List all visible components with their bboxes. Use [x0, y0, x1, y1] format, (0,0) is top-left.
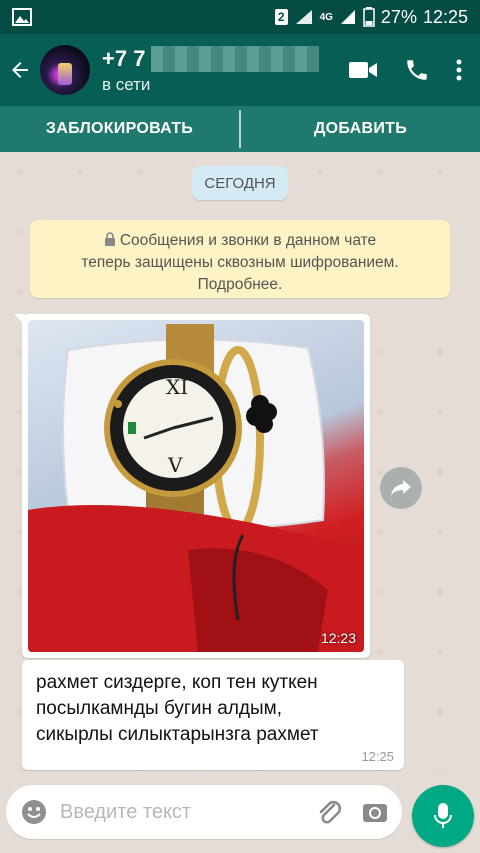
arrow-left-icon	[12, 62, 28, 78]
message-input[interactable]: Введите текст	[6, 785, 402, 839]
message-time: 12:25	[361, 749, 394, 764]
emoji-icon[interactable]	[20, 798, 48, 826]
contact-info[interactable]: +7 7 в сети	[102, 45, 348, 95]
compose-bar: Введите текст	[0, 771, 480, 853]
video-call-icon[interactable]	[348, 59, 378, 81]
message-text: рахмет сиздерге, коп тен куткен посылкам…	[36, 670, 390, 748]
message-line-3: сикырлы силыктарынзга рахмет	[36, 724, 319, 745]
watch-illustration: XI V	[28, 324, 364, 652]
svg-text:XI: XI	[166, 375, 188, 399]
image-message[interactable]: XI V 12:23	[14, 314, 370, 658]
more-options-icon[interactable]	[456, 58, 462, 82]
unknown-contact-bar: ЗАБЛОКИРОВАТЬ ДОБАВИТЬ	[0, 106, 480, 152]
status-bar: 2 4G 27% 12:25	[0, 0, 480, 34]
camera-icon[interactable]	[362, 800, 388, 824]
back-button[interactable]	[0, 34, 40, 106]
signal-icon	[295, 10, 312, 24]
message-line-2: посылкамнды бугин алдым,	[36, 698, 282, 719]
sim-badge: 2	[274, 9, 288, 25]
chat-area[interactable]: СЕГОДНЯ Сообщения и звонки в данном чате…	[0, 152, 480, 771]
watch-photo[interactable]: XI V 12:23	[28, 320, 364, 652]
block-button[interactable]: ЗАБЛОКИРОВАТЬ	[0, 120, 239, 138]
date-chip: СЕГОДНЯ	[192, 166, 288, 200]
encryption-text-1: Сообщения и звонки в данном чате	[119, 232, 377, 249]
chat-header: +7 7 в сети	[0, 34, 480, 106]
lock-icon	[104, 232, 115, 246]
svg-text:V: V	[167, 453, 183, 477]
encryption-line-1: Сообщения и звонки в данном чате	[30, 230, 450, 252]
battery-icon	[363, 7, 375, 27]
message-line-1: рахмет сиздерге, коп тен куткен	[36, 672, 318, 693]
avatar[interactable]	[40, 45, 90, 95]
battery-percent: 27%	[380, 6, 417, 27]
attachment-icon[interactable]	[316, 798, 342, 826]
input-placeholder[interactable]: Введите текст	[60, 801, 316, 824]
network-type: 4G	[319, 11, 333, 23]
voice-record-button[interactable]	[412, 785, 474, 847]
redacted-number	[151, 45, 320, 72]
image-time: 12:23	[320, 630, 356, 646]
forward-icon	[391, 480, 411, 496]
clock: 12:25	[422, 6, 468, 27]
signal-icon-2	[340, 10, 355, 24]
encryption-notice[interactable]: Сообщения и звонки в данном чате теперь …	[30, 220, 450, 298]
contact-phone: +7 7	[102, 45, 348, 72]
encryption-line-2: теперь защищены сквозным шифрованием.	[81, 254, 399, 271]
phone-prefix: +7 7	[102, 45, 146, 71]
online-status: в сети	[102, 74, 151, 94]
learn-more-link[interactable]: Подробнее.	[30, 274, 450, 296]
add-contact-button[interactable]: ДОБАВИТЬ	[241, 120, 480, 138]
phone-call-icon[interactable]	[404, 57, 430, 83]
gallery-icon	[12, 8, 32, 26]
microphone-icon	[434, 803, 452, 828]
text-message[interactable]: рахмет сиздерге, коп тен куткен посылкам…	[22, 660, 404, 770]
forward-button[interactable]	[380, 467, 422, 509]
